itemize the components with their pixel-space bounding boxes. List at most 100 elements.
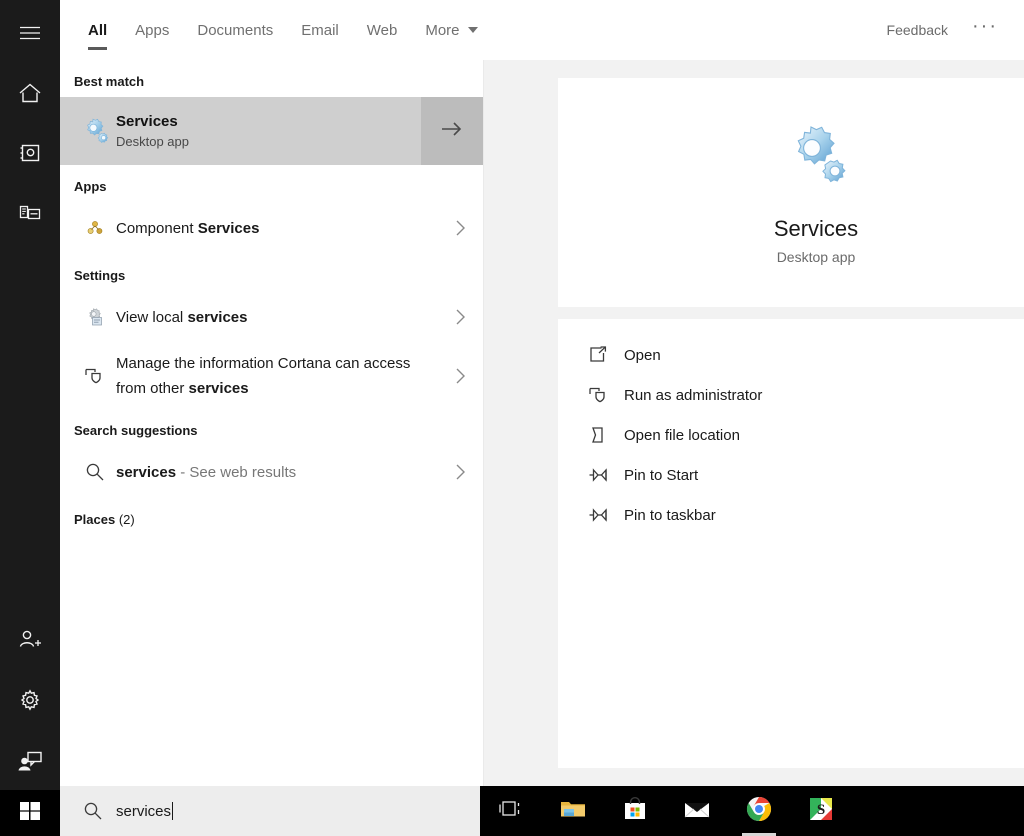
group-header-apps: Apps xyxy=(60,165,483,202)
action-open-file-location[interactable]: Open file location xyxy=(558,415,1024,455)
sidebar-item-feedback[interactable] xyxy=(0,732,60,790)
action-run-as-administrator[interactable]: Run as administrator xyxy=(558,375,1024,415)
taskbar-item-google-chrome[interactable] xyxy=(728,786,790,836)
preview-subtitle: Desktop app xyxy=(777,249,856,265)
taskbar-item-microsoft-store[interactable] xyxy=(604,786,666,836)
taskbar-item-file-explorer[interactable] xyxy=(542,786,604,836)
chevron-right-icon[interactable] xyxy=(439,463,483,481)
result-row-label: View local services xyxy=(116,305,439,330)
add-account-icon xyxy=(17,628,43,650)
text-cursor xyxy=(172,802,173,820)
hamburger-menu-icon xyxy=(19,25,41,41)
taskbar-item-task-view[interactable] xyxy=(480,786,542,836)
taskbar: S xyxy=(480,786,1024,836)
shield-icon xyxy=(588,385,624,405)
sidebar-item-memories[interactable] xyxy=(0,124,60,182)
places-count: (2) xyxy=(119,512,135,527)
mail-icon xyxy=(683,798,711,825)
pin-icon xyxy=(588,465,624,485)
chevron-right-icon[interactable] xyxy=(439,367,483,385)
chevron-right-icon[interactable] xyxy=(439,219,483,237)
search-bar[interactable]: services xyxy=(60,786,484,836)
tab-more-label: More xyxy=(425,22,459,39)
result-row-label: Manage the information Cortana can acces… xyxy=(116,351,439,401)
label-prefix: Manage the information Cortana can acces… xyxy=(116,355,410,397)
tab-documents[interactable]: Documents xyxy=(183,0,287,60)
tab-list: All Apps Documents Email Web More xyxy=(60,0,492,60)
services-gear-icon xyxy=(781,121,851,196)
best-match-title: Services xyxy=(116,112,189,132)
places-label: Places xyxy=(74,512,115,527)
action-label: Pin to Start xyxy=(624,467,698,484)
best-match-row[interactable]: Services Desktop app xyxy=(60,97,483,165)
result-row-label: Component Services xyxy=(116,216,439,241)
result-row-view-local-services[interactable]: View local services xyxy=(60,291,483,343)
action-label: Pin to taskbar xyxy=(624,507,716,524)
windows-search-flyout: All Apps Documents Email Web More xyxy=(0,0,1024,836)
preview-title: Services xyxy=(774,214,858,244)
label-highlight: Services xyxy=(198,220,260,237)
feedback-person-icon xyxy=(17,750,43,772)
pin-icon xyxy=(588,505,624,525)
label-highlight: services xyxy=(189,380,249,397)
best-match-expand-button[interactable] xyxy=(421,97,483,165)
home-icon xyxy=(18,82,42,104)
tab-web-label: Web xyxy=(367,22,398,39)
search-flyout-body: All Apps Documents Email Web More xyxy=(60,0,1024,836)
tab-documents-label: Documents xyxy=(197,22,273,39)
chevron-right-icon[interactable] xyxy=(439,308,483,326)
best-match-main[interactable]: Services Desktop app xyxy=(60,97,421,165)
action-open[interactable]: Open xyxy=(558,335,1024,375)
gear-icon xyxy=(18,688,42,712)
tab-email[interactable]: Email xyxy=(287,0,353,60)
snagit-icon: S xyxy=(809,797,833,826)
feedback-button[interactable]: Feedback xyxy=(875,16,960,44)
best-match-subtitle: Desktop app xyxy=(116,132,189,151)
local-services-icon xyxy=(60,307,116,327)
sidebar-item-settings[interactable] xyxy=(0,671,60,729)
action-label: Open xyxy=(624,347,661,364)
header-actions: Feedback ··· xyxy=(875,0,1024,60)
tab-email-label: Email xyxy=(301,22,339,39)
tab-apps[interactable]: Apps xyxy=(121,0,183,60)
taskbar-item-mail[interactable] xyxy=(666,786,728,836)
collections-icon xyxy=(18,202,42,224)
left-nav-rail xyxy=(0,0,60,836)
microsoft-store-icon xyxy=(622,797,648,826)
tab-all[interactable]: All xyxy=(74,0,121,60)
result-row-component-services[interactable]: Component Services xyxy=(60,202,483,254)
open-external-icon xyxy=(588,345,624,365)
folder-location-icon xyxy=(588,425,624,445)
search-input[interactable]: services xyxy=(116,802,483,820)
preview-actions-list: Open Run as administrator xyxy=(558,319,1024,768)
sidebar-item-add-account[interactable] xyxy=(0,610,60,668)
search-icon xyxy=(60,801,116,821)
tab-apps-label: Apps xyxy=(135,22,169,39)
memories-icon xyxy=(18,142,42,164)
group-header-settings: Settings xyxy=(60,254,483,291)
chevron-down-icon xyxy=(468,27,478,33)
result-row-web-suggestion[interactable]: services - See web results xyxy=(60,446,483,498)
action-pin-to-taskbar[interactable]: Pin to taskbar xyxy=(558,495,1024,535)
sidebar-item-collections[interactable] xyxy=(0,184,60,242)
action-pin-to-start[interactable]: Pin to Start xyxy=(558,455,1024,495)
arrow-right-icon xyxy=(440,120,464,143)
hamburger-menu-button[interactable] xyxy=(0,4,60,62)
preview-app-card: Services Desktop app xyxy=(558,78,1024,307)
more-options-button[interactable]: ··· xyxy=(960,18,1010,42)
result-row-label: services - See web results xyxy=(116,460,439,485)
action-label: Run as administrator xyxy=(624,387,762,404)
start-button[interactable] xyxy=(0,790,60,836)
tab-more[interactable]: More xyxy=(411,0,491,60)
task-view-icon xyxy=(498,798,524,825)
taskbar-item-snagit[interactable]: S xyxy=(790,786,852,836)
best-match-text: Services Desktop app xyxy=(116,112,189,151)
sidebar-item-home[interactable] xyxy=(0,64,60,122)
label-highlight: services xyxy=(116,464,176,481)
label-highlight: services xyxy=(187,309,247,326)
action-label: Open file location xyxy=(624,427,740,444)
result-row-manage-cortana-info[interactable]: Manage the information Cortana can acces… xyxy=(60,343,483,409)
group-header-search-suggestions: Search suggestions xyxy=(60,409,483,446)
tab-web[interactable]: Web xyxy=(353,0,412,60)
search-tabbar: All Apps Documents Email Web More xyxy=(60,0,1024,60)
